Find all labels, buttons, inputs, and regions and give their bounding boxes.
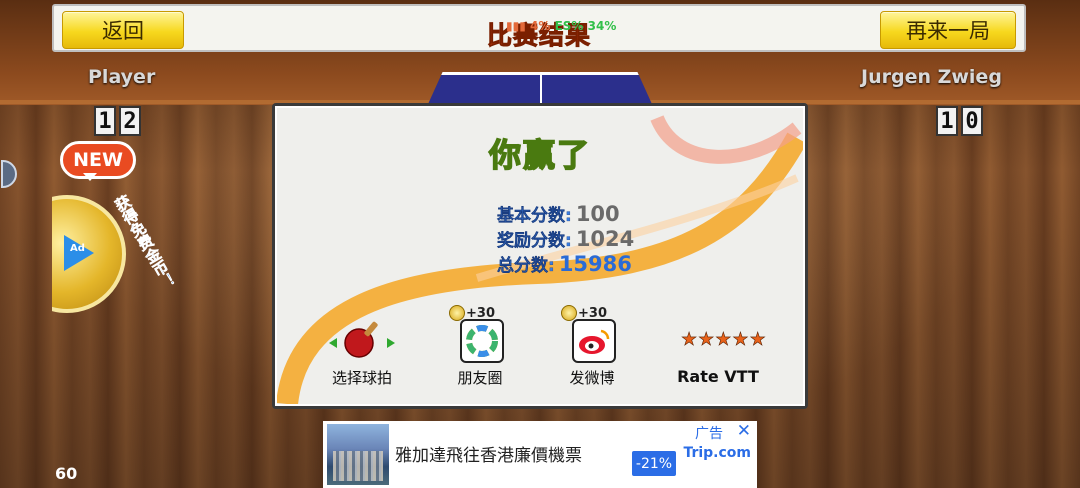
base-score-row: 基本分数: 100 — [497, 201, 620, 226]
signal-icon: ▮▮▮ — [506, 19, 526, 33]
bonus-score-value: 1024 — [575, 227, 635, 251]
ad-brand: Trip.com — [683, 445, 751, 461]
win-title: 你赢了 — [488, 135, 591, 175]
base-score-label: 基本分数: — [497, 206, 572, 226]
ad-text: 雅加達飛往香港廉價機票 — [395, 446, 582, 466]
ad-image — [327, 424, 389, 485]
ad-discount-badge: -21% — [632, 451, 676, 476]
score-digit: 1 — [94, 106, 116, 136]
total-score-label: 总分数: — [497, 256, 555, 276]
fps-counter: 60 — [55, 464, 78, 483]
close-icon[interactable]: ✕ — [737, 421, 751, 441]
score-digit: 1 — [936, 106, 958, 136]
right-player-name: Jurgen Zwieg — [861, 66, 1002, 88]
top-bar: 返回 比赛结果 ▮▮▮ 4% ES% 34% 再来一局 — [52, 4, 1026, 52]
stars-icon: ★ ★ ★ ★ ★ — [681, 329, 766, 351]
total-score-row: 总分数: 15986 — [497, 251, 632, 276]
share-weibo-label: 发微博 — [569, 369, 615, 387]
paddle-icon — [329, 321, 395, 358]
play-again-button[interactable]: 再来一局 — [880, 11, 1016, 49]
left-player-name: Player — [88, 66, 156, 88]
result-dialog: 你赢了 基本分数: 100 奖励分数: 1024 总分数: 15986 选择球拍 +3… — [272, 103, 808, 409]
score-digit: 0 — [961, 106, 983, 136]
new-badge: NEW — [60, 141, 136, 181]
dialog-body: 你赢了 基本分数: 100 奖励分数: 1024 总分数: 15986 选择球拍 +3… — [275, 106, 805, 406]
bonus-score-row: 奖励分数: 1024 — [497, 226, 634, 251]
left-scoreboard: 1 2 — [94, 106, 141, 136]
base-score-value: 100 — [575, 202, 620, 226]
score-digit: 2 — [119, 106, 141, 136]
moments-icon — [460, 319, 504, 363]
bonus-score-label: 奖励分数: — [497, 231, 572, 251]
free-coins-button[interactable]: Ad — [52, 195, 126, 313]
share-moments-label: 朋友圈 — [457, 369, 503, 387]
weibo-icon — [572, 319, 616, 363]
network-text: ES% — [554, 19, 584, 33]
rate-app-label: Rate VTT — [677, 367, 759, 386]
battery-text: 34% — [587, 19, 617, 33]
ad-banner[interactable]: 雅加達飛往香港廉價機票 -21% 广告 ✕ Trip.com — [323, 421, 757, 488]
choose-paddle-label: 选择球拍 — [331, 369, 392, 387]
status-overlay: ▮▮▮ 4% ES% 34% — [506, 19, 616, 33]
total-score-value: 15986 — [558, 252, 632, 276]
choose-paddle-button[interactable]: 选择球拍 — [317, 313, 407, 387]
coin-ad-label: Ad — [70, 243, 85, 254]
right-scoreboard: 1 0 — [936, 106, 983, 136]
signal-text: 4% — [530, 19, 551, 33]
ad-tag: 广告 — [695, 426, 723, 442]
